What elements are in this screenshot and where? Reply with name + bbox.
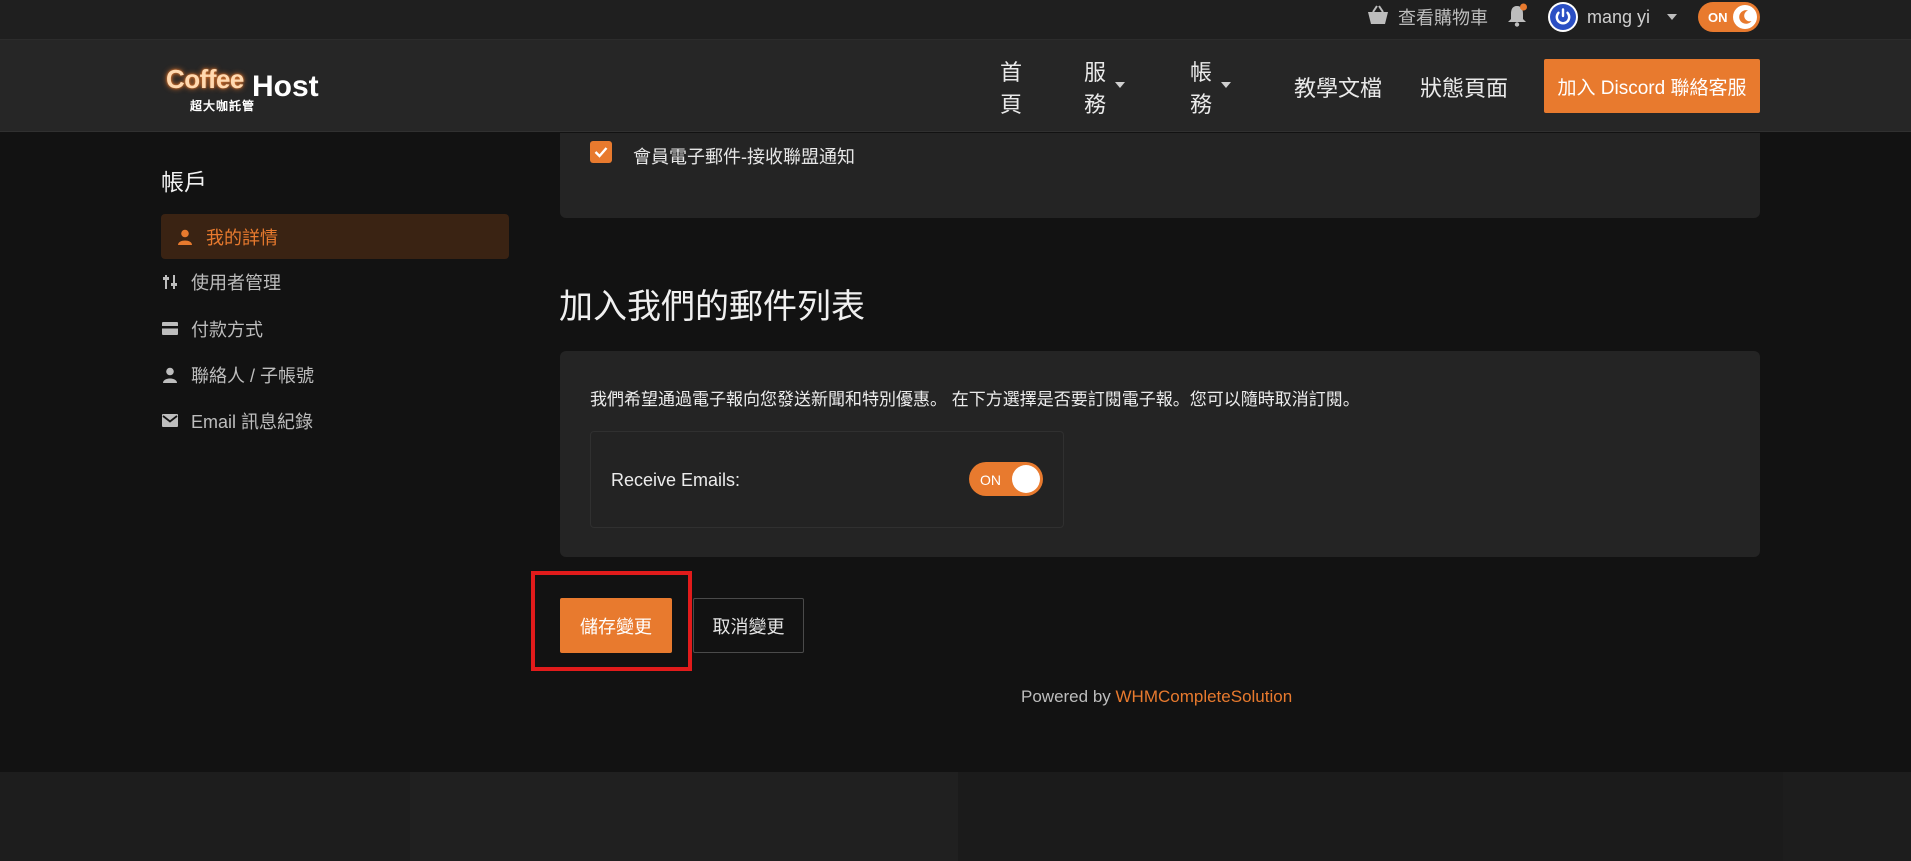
sidebar-item-email-history[interactable]: Email 訊息紀錄 (161, 398, 509, 443)
powered-by-prefix: Powered by (1021, 687, 1116, 706)
nav-services-label: 服務 (1084, 60, 1107, 117)
nav-status[interactable]: 狀態頁面 (1420, 71, 1508, 103)
sidebar-item-label: Email 訊息紀錄 (191, 411, 314, 432)
sidebar-item-label: 聯絡人 / 子帳號 (191, 365, 315, 386)
sliders-icon (161, 273, 179, 291)
power-icon (1550, 4, 1576, 30)
basket-icon (1366, 4, 1390, 31)
footer-column (958, 772, 1783, 861)
receive-emails-toggle-label: ON (980, 472, 1001, 488)
chevron-down-icon (1667, 14, 1678, 20)
toggle-knob (1012, 465, 1040, 493)
dark-mode-toggle[interactable]: ON (1698, 2, 1760, 32)
nav-docs-label: 教學文檔 (1294, 76, 1383, 101)
whmcs-link[interactable]: WHMCompleteSolution (1116, 687, 1293, 706)
logo-coffee-text: Coffee (166, 64, 244, 94)
sidebar-item-label: 使用者管理 (191, 272, 281, 293)
view-cart-label: 查看購物車 (1398, 8, 1488, 28)
nav-home[interactable]: 首頁 (1000, 55, 1022, 119)
receive-emails-panel: Receive Emails: ON (590, 431, 1064, 528)
checkmark-icon (594, 147, 608, 158)
nav-home-label: 首頁 (1000, 60, 1023, 117)
cancel-changes-button[interactable]: 取消變更 (693, 598, 804, 653)
dark-mode-toggle-label: ON (1708, 10, 1728, 25)
save-changes-button[interactable]: 儲存變更 (560, 598, 672, 653)
envelope-icon (161, 412, 179, 430)
receive-emails-toggle[interactable]: ON (969, 462, 1043, 496)
logo-subtitle: 超大咖託管 (190, 99, 256, 113)
affiliate-email-checkbox[interactable] (590, 141, 612, 163)
credit-card-icon (161, 320, 179, 338)
footer-column (410, 772, 958, 861)
sidebar-item-payment-methods[interactable]: 付款方式 (161, 306, 509, 351)
bell-icon (1506, 3, 1528, 32)
top-utility-bar: 查看購物車 mang yi ON (0, 0, 1911, 40)
nav-billing[interactable]: 帳務 (1190, 55, 1232, 119)
receive-emails-label: Receive Emails: (611, 470, 741, 490)
mailing-list-heading: 加入我們的郵件列表 (559, 288, 865, 326)
nav-status-label: 狀態頁面 (1420, 76, 1509, 101)
logo-host-text: Host (252, 70, 319, 103)
chevron-down-icon (1221, 82, 1232, 88)
join-discord-button[interactable]: 加入 Discord 聯絡客服 (1544, 59, 1760, 113)
user-icon (176, 228, 194, 246)
notifications-button[interactable] (1505, 2, 1529, 32)
site-logo[interactable]: Coffee Host 超大咖託管 (166, 64, 326, 113)
affiliate-notifications-card: 會員電子郵件-接收聯盟通知 (560, 133, 1760, 218)
avatar (1548, 2, 1578, 32)
powered-by: Powered by WHMCompleteSolution (1021, 687, 1292, 707)
sidebar-item-contacts[interactable]: 聯絡人 / 子帳號 (161, 352, 509, 397)
sidebar-item-my-details[interactable]: 我的詳情 (161, 214, 509, 259)
sidebar-item-user-management[interactable]: 使用者管理 (161, 259, 509, 304)
page-footer (0, 772, 1911, 861)
mailing-list-description: 我們希望通過電子報向您發送新聞和特別優惠。 在下方選擇是否要訂閱電子報。您可以隨… (590, 390, 1360, 409)
chevron-down-icon (1115, 82, 1126, 88)
affiliate-email-label: 會員電子郵件-接收聯盟通知 (633, 147, 855, 167)
mailing-list-card: 我們希望通過電子報向您發送新聞和特別優惠。 在下方選擇是否要訂閱電子報。您可以隨… (560, 351, 1760, 557)
moon-icon (1733, 5, 1757, 29)
nav-services[interactable]: 服務 (1084, 55, 1126, 119)
user-icon (161, 366, 179, 384)
sidebar-title: 帳戶 (161, 169, 207, 195)
nav-docs[interactable]: 教學文檔 (1294, 71, 1382, 103)
sidebar-item-label: 付款方式 (191, 319, 263, 340)
view-cart-link[interactable]: 查看購物車 (1366, 2, 1488, 32)
main-navbar: Coffee Host 超大咖託管 首頁 服務 帳務 教學文檔 狀態頁面 加入 … (0, 40, 1911, 132)
user-menu[interactable]: mang yi (1548, 1, 1678, 33)
username: mang yi (1587, 6, 1651, 27)
sidebar-item-label: 我的詳情 (206, 227, 278, 248)
nav-billing-label: 帳務 (1190, 60, 1213, 117)
